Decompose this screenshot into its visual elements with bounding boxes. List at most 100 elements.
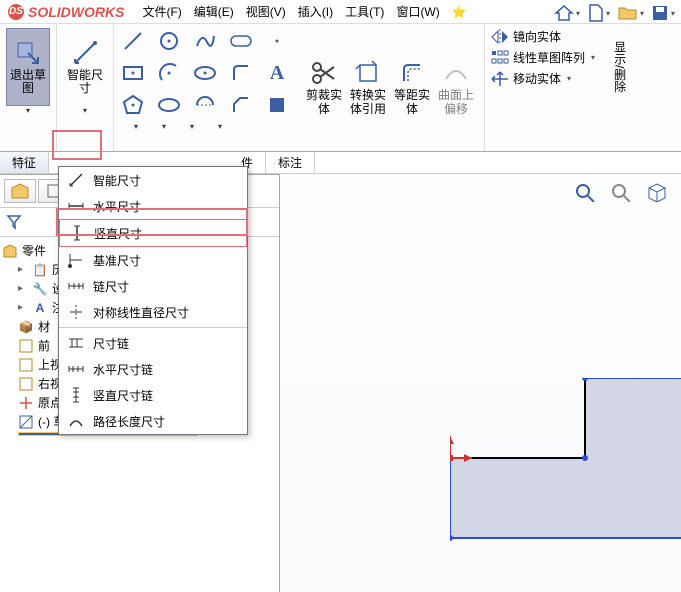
expand-icon[interactable]: ▸: [18, 264, 28, 275]
ellipse-tool[interactable]: [188, 58, 222, 88]
view-orientation-button[interactable]: [643, 180, 671, 204]
circle-tool[interactable]: [152, 26, 186, 56]
filter-button[interactable]: [2, 210, 26, 234]
smart-dimension-button[interactable]: 智能尺寸: [63, 28, 107, 106]
dd-chain-dimension[interactable]: 链尺寸: [59, 273, 247, 299]
surface-offset-button[interactable]: 曲面上偏移: [434, 49, 478, 127]
line-tool[interactable]: [116, 26, 150, 56]
sym-diam-icon: [67, 303, 85, 321]
col2-dd[interactable]: ▾: [162, 122, 166, 131]
tab-feature[interactable]: 特征: [0, 152, 49, 173]
offset-label: 等距实体: [392, 89, 432, 115]
exit-sketch-label: 退出草图: [9, 69, 47, 95]
menu-window[interactable]: 窗口(W): [390, 1, 445, 22]
menu-insert[interactable]: 插入(I): [292, 1, 339, 22]
tree-tab-feature[interactable]: [4, 179, 36, 203]
move-label: 移动实体: [513, 70, 561, 87]
menu-file[interactable]: 文件(F): [136, 1, 187, 22]
menu-more-icon[interactable]: ⭐: [446, 3, 473, 21]
sketch-geometry: [450, 378, 681, 592]
expand-icon[interactable]: ▸: [18, 283, 28, 294]
arc-tool[interactable]: [152, 58, 186, 88]
menu-view[interactable]: 视图(V): [240, 1, 292, 22]
home-button[interactable]: ▾: [553, 2, 581, 24]
vert-dim-icon: [68, 224, 86, 242]
view-toolbar: [571, 180, 671, 204]
graphics-canvas[interactable]: [280, 174, 681, 592]
surface-offset-label: 曲面上偏移: [436, 89, 476, 115]
save-button[interactable]: ▾: [649, 2, 677, 24]
convert-button[interactable]: 转换实体引用: [346, 49, 390, 127]
expand-icon[interactable]: ▸: [18, 302, 28, 313]
ribbon: 退出草图 ▾ 智能尺寸 ▾ A ▾ ▾: [0, 24, 681, 152]
open-button[interactable]: ▾: [617, 2, 645, 24]
dd-horiz-chain[interactable]: 水平尺寸链: [59, 356, 247, 382]
surface-offset-icon: [442, 59, 470, 87]
mirror-button[interactable]: 镜向实体: [491, 28, 595, 45]
ribbon-side-tools: 镜向实体 线性草图阵列▾ 移动实体▾: [485, 24, 601, 151]
dd-datum-dimension[interactable]: 基准尺寸: [59, 247, 247, 273]
ribbon-group-display: 显示/删除: [601, 24, 637, 151]
display-delete-label: 显示/删除: [612, 41, 625, 92]
dd-horizontal-dimension[interactable]: 水平尺寸: [59, 193, 247, 219]
pattern-label: 线性草图阵列: [513, 49, 585, 66]
ellipse2-tool[interactable]: [152, 90, 186, 120]
menu-edit[interactable]: 编辑(E): [188, 1, 240, 22]
linear-pattern-button[interactable]: 线性草图阵列▾: [491, 49, 595, 66]
offset-icon: [398, 59, 426, 87]
menu-tools[interactable]: 工具(T): [339, 1, 390, 22]
col4-dd[interactable]: ▾: [218, 122, 222, 131]
material-icon: 📦: [18, 319, 34, 335]
partial-ellipse-tool[interactable]: [188, 90, 222, 120]
dd-pathlen-label: 路径长度尺寸: [93, 413, 165, 430]
rectangle-tool[interactable]: [116, 58, 150, 88]
display-delete-button[interactable]: 显示/删除: [607, 28, 631, 106]
logo-icon: DS: [8, 4, 24, 20]
exit-sketch-dd[interactable]: ▾: [26, 106, 30, 115]
sketch-tools-dd-row: ▾ ▾ ▾ ▾: [114, 122, 296, 131]
smart-dimension-dd[interactable]: ▾: [83, 106, 87, 115]
new-button[interactable]: ▾: [585, 2, 613, 24]
col3-dd[interactable]: ▾: [190, 122, 194, 131]
move-button[interactable]: 移动实体▾: [491, 70, 595, 87]
chamfer-tool[interactable]: [224, 90, 258, 120]
quick-access-toolbar: ▾ ▾ ▾ ▾: [553, 2, 677, 24]
dd-datum-label: 基准尺寸: [93, 252, 141, 269]
datum-dim-icon: [67, 251, 85, 269]
dd-smart-dimension[interactable]: 智能尺寸: [59, 167, 247, 193]
point-tool[interactable]: [260, 26, 294, 56]
zoom-fit-button[interactable]: [571, 180, 599, 204]
dd-symdiam-label: 对称线性直径尺寸: [93, 304, 189, 321]
trim-button[interactable]: 剪裁实体: [302, 49, 346, 127]
move-icon: [491, 71, 509, 87]
convert-label: 转换实体引用: [348, 89, 388, 115]
spline-tool[interactable]: [188, 26, 222, 56]
menubar: DS SOLIDWORKS 文件(F) 编辑(E) 视图(V) 插入(I) 工具…: [0, 0, 681, 24]
dd-dimension-chain[interactable]: 尺寸链: [59, 330, 247, 356]
col1-dd[interactable]: ▾: [134, 122, 138, 131]
pattern-icon: [491, 50, 509, 66]
horiz-dim-icon: [67, 197, 85, 215]
tab-annotate[interactable]: 标注: [266, 152, 315, 173]
origin-icon: [18, 395, 34, 411]
zoom-area-button[interactable]: [607, 180, 635, 204]
exit-sketch-button[interactable]: 退出草图: [6, 28, 50, 106]
slot-tool[interactable]: [224, 26, 258, 56]
dd-vertical-dimension[interactable]: 竖直尺寸: [59, 219, 247, 247]
dd-path-length[interactable]: 路径长度尺寸: [59, 408, 247, 434]
ribbon-group-modify: 剪裁实体 转换实体引用 等距实体 曲面上偏移: [296, 24, 485, 151]
text-tool[interactable]: A: [260, 58, 294, 88]
dd-horiz-label: 水平尺寸: [93, 198, 141, 215]
offset-button[interactable]: 等距实体: [390, 49, 434, 127]
dd-dimchain-label: 尺寸链: [93, 335, 129, 352]
tree-root-label: 零件: [22, 242, 46, 259]
dimension-dropdown: 智能尺寸 水平尺寸 竖直尺寸 基准尺寸 链尺寸 对称线性直径尺寸 尺寸链 水平尺…: [58, 166, 248, 435]
fillet-tool[interactable]: [224, 58, 258, 88]
dd-symmetric-diameter[interactable]: 对称线性直径尺寸: [59, 299, 247, 325]
plane-tool[interactable]: [260, 90, 294, 120]
dd-horizchain-label: 水平尺寸链: [93, 361, 153, 378]
dd-vert-chain[interactable]: 竖直尺寸链: [59, 382, 247, 408]
tree-material-label: 材: [38, 318, 50, 335]
app-name: SOLIDWORKS: [28, 4, 124, 20]
polygon-tool[interactable]: [116, 90, 150, 120]
